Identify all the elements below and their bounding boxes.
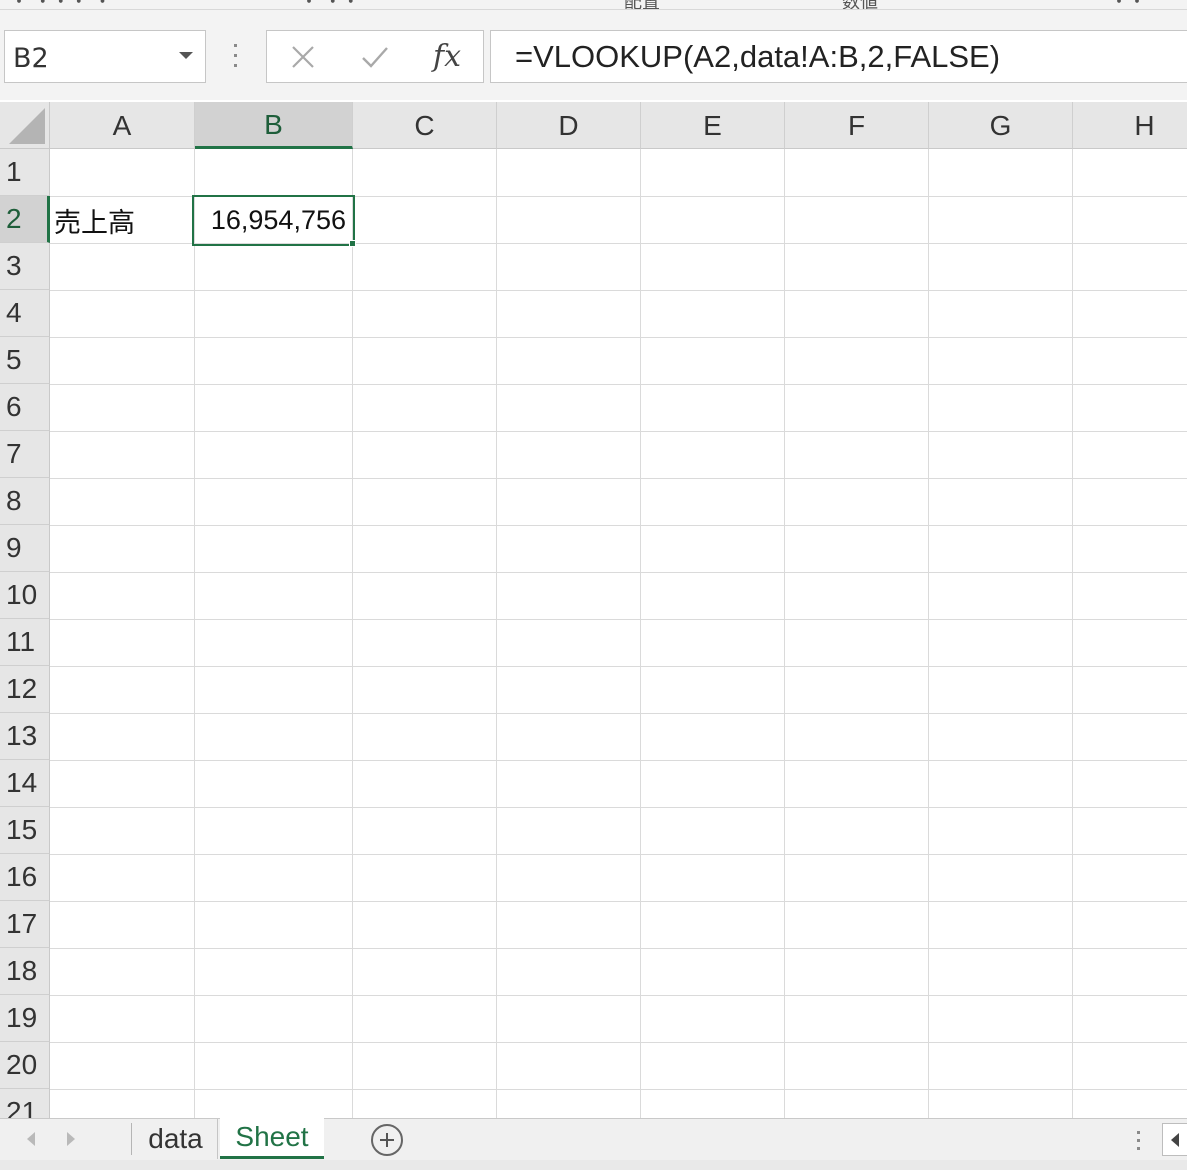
gridline — [50, 525, 1187, 526]
column-header-f[interactable]: F — [785, 102, 929, 149]
name-box-value: B2 — [13, 43, 49, 74]
column-header-e[interactable]: E — [641, 102, 785, 149]
gridline — [496, 149, 497, 1118]
cancel-button[interactable] — [273, 31, 333, 82]
gridline — [50, 572, 1187, 573]
ribbon-remnant: ・ ・・・ ・ ・ ・・ 配置 数値 ・・ ・・ — [0, 0, 1187, 10]
gridline — [50, 619, 1187, 620]
fill-handle[interactable] — [349, 240, 356, 247]
row-header[interactable]: 20 — [0, 1042, 50, 1089]
gridline — [352, 149, 353, 1118]
row-header[interactable]: 1 — [0, 149, 50, 196]
row-header[interactable]: 7 — [0, 431, 50, 478]
column-header-h[interactable]: H — [1073, 102, 1187, 149]
sheet-tab-bar: data Sheet — [0, 1118, 1187, 1160]
formula-bar: B2 fx =VLOOKUP(A2,data!A:B,2,FALSE) — [0, 10, 1187, 100]
sheet-tab-data[interactable]: data — [134, 1119, 218, 1159]
formula-text: =VLOOKUP(A2,data!A:B,2,FALSE) — [515, 39, 1001, 74]
column-header-a[interactable]: A — [50, 102, 195, 149]
row-header[interactable]: 19 — [0, 995, 50, 1042]
name-box[interactable]: B2 — [4, 30, 206, 83]
row-header[interactable]: 18 — [0, 948, 50, 995]
row-header[interactable]: 8 — [0, 478, 50, 525]
next-sheet-icon[interactable] — [67, 1132, 75, 1146]
status-bar-edge — [0, 1160, 1187, 1170]
formula-buttons: fx — [266, 30, 484, 83]
gridline — [50, 384, 1187, 385]
gridline — [50, 948, 1187, 949]
close-icon — [292, 45, 314, 68]
row-header[interactable]: 5 — [0, 337, 50, 384]
gridline — [50, 290, 1187, 291]
gridline — [194, 149, 195, 1118]
row-header[interactable]: 21 — [0, 1089, 50, 1118]
column-header-b[interactable]: B — [195, 102, 353, 149]
row-header[interactable]: 14 — [0, 760, 50, 807]
row-header[interactable]: 9 — [0, 525, 50, 572]
gridline — [50, 478, 1187, 479]
gridline — [50, 337, 1187, 338]
row-header[interactable]: 17 — [0, 901, 50, 948]
ribbon-fragment: 配置 — [624, 0, 660, 9]
gridline — [50, 901, 1187, 902]
gridline — [50, 431, 1187, 432]
column-header-c[interactable]: C — [353, 102, 497, 149]
gridline — [784, 149, 785, 1118]
gridline — [928, 149, 929, 1118]
plus-circle-icon[interactable] — [371, 1124, 403, 1156]
select-all-button[interactable] — [0, 102, 50, 149]
enter-button[interactable] — [345, 31, 405, 82]
gridline — [50, 854, 1187, 855]
chevron-down-icon[interactable] — [179, 52, 193, 59]
spreadsheet-grid[interactable]: A B C D E F G H 1 2 3 4 5 6 7 8 9 10 11 … — [0, 102, 1187, 1118]
gridline — [50, 1089, 1187, 1090]
ribbon-fragment: ・ ・・・ ・ — [10, 0, 111, 9]
active-cell-border — [192, 195, 355, 246]
gridline — [50, 995, 1187, 996]
row-header[interactable]: 11 — [0, 619, 50, 666]
column-header-d[interactable]: D — [497, 102, 641, 149]
fx-icon: fx — [432, 39, 462, 74]
row-header[interactable]: 2 — [0, 196, 50, 243]
gridline — [1072, 149, 1073, 1118]
row-header[interactable]: 13 — [0, 713, 50, 760]
scroll-left-button[interactable] — [1162, 1123, 1187, 1156]
formula-input[interactable]: =VLOOKUP(A2,data!A:B,2,FALSE) — [490, 30, 1187, 83]
previous-sheet-icon[interactable] — [27, 1132, 35, 1146]
cell-a2[interactable]: 売上高 — [54, 197, 192, 244]
row-header[interactable]: 3 — [0, 243, 50, 290]
gridline — [50, 760, 1187, 761]
row-header[interactable]: 10 — [0, 572, 50, 619]
gridline — [50, 666, 1187, 667]
ribbon-fragment: 数値 — [842, 0, 878, 9]
drag-handle-icon[interactable] — [233, 44, 239, 70]
row-header[interactable]: 12 — [0, 666, 50, 713]
gridline — [50, 807, 1187, 808]
divider — [131, 1123, 132, 1155]
ribbon-fragment: ・ ・・ — [300, 0, 360, 9]
sheet-tab-sheet[interactable]: Sheet — [220, 1118, 324, 1159]
column-header-g[interactable]: G — [929, 102, 1073, 149]
row-header[interactable]: 15 — [0, 807, 50, 854]
ribbon-fragment: ・・ ・・ — [1110, 0, 1187, 9]
checkmark-icon — [362, 46, 388, 68]
splitter-handle-icon[interactable] — [1137, 1131, 1141, 1155]
gridline — [50, 713, 1187, 714]
insert-function-button[interactable]: fx — [417, 31, 477, 82]
row-header[interactable]: 6 — [0, 384, 50, 431]
row-header[interactable]: 16 — [0, 854, 50, 901]
gridline — [50, 1042, 1187, 1043]
row-header[interactable]: 4 — [0, 290, 50, 337]
gridline — [640, 149, 641, 1118]
